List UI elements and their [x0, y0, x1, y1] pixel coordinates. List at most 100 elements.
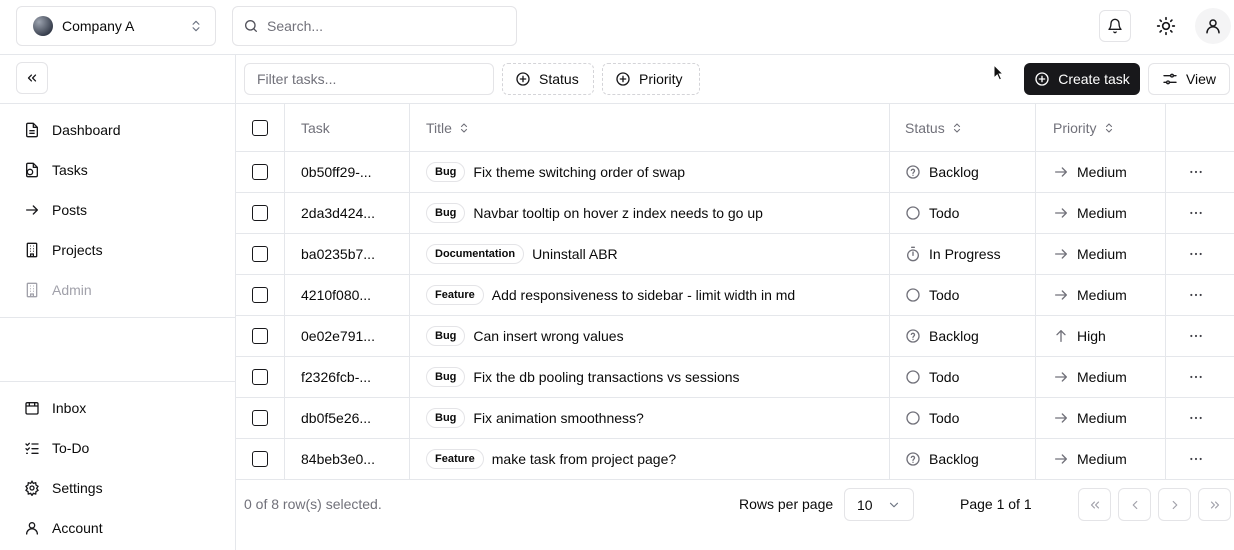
arrow-right-icon	[1053, 451, 1069, 467]
row-actions-button[interactable]	[1188, 234, 1204, 274]
top-bar: Company A	[0, 0, 1234, 55]
sidebar-item-todo[interactable]: To-Do	[24, 436, 89, 460]
task-id: db0f5e26...	[301, 410, 372, 426]
sidebar-item-account[interactable]: Account	[24, 516, 103, 540]
select-all-checkbox[interactable]	[252, 119, 268, 136]
notifications-button[interactable]	[1099, 10, 1131, 42]
chevron-left-icon	[1128, 498, 1142, 512]
user-icon	[24, 520, 40, 536]
table-row[interactable]: 2da3d424... Bug Navbar tooltip on hover z …	[236, 193, 1234, 234]
sidebar-item-admin: Admin	[24, 278, 92, 302]
building-icon	[24, 242, 40, 258]
search-box[interactable]	[232, 6, 517, 46]
sidebar-item-label: Dashboard	[52, 122, 121, 138]
label-badge: Bug	[426, 203, 466, 223]
task-priority: Medium	[1077, 451, 1127, 467]
collapse-sidebar-button[interactable]	[16, 62, 48, 94]
sidebar-item-settings[interactable]: Settings	[24, 476, 103, 500]
header-status-label: Status	[905, 119, 945, 136]
task-priority: Medium	[1077, 164, 1127, 180]
arrow-up-icon	[1053, 328, 1069, 344]
table-row[interactable]: f2326fcb-... Bug Fix the db pooling transa…	[236, 357, 1234, 398]
task-id: 2da3d424...	[301, 205, 375, 221]
table-row[interactable]: 0b50ff29-... Bug Fix theme switching order…	[236, 152, 1234, 193]
header-priority-sort-button[interactable]: Priority	[1053, 104, 1115, 151]
row-actions-button[interactable]	[1188, 398, 1204, 438]
search-input[interactable]	[267, 18, 487, 34]
task-title-cell: Feature Add responsiveness to sidebar - l…	[426, 275, 795, 315]
row-checkbox[interactable]	[252, 164, 268, 180]
header-status-sort-button[interactable]: Status	[905, 104, 963, 151]
sidebar-item-dashboard[interactable]: Dashboard	[24, 118, 121, 142]
company-switcher[interactable]: Company A	[16, 6, 216, 46]
row-checkbox[interactable]	[252, 205, 268, 221]
task-status: Backlog	[929, 328, 979, 344]
previous-page-button[interactable]	[1118, 488, 1151, 521]
filter-tasks-input[interactable]	[244, 63, 494, 95]
row-actions-button[interactable]	[1188, 357, 1204, 397]
table-row[interactable]: db0f5e26... Bug Fix animation smoothness? T…	[236, 398, 1234, 439]
task-title: Fix theme switching order of swap	[473, 164, 686, 180]
row-checkbox-cell	[252, 234, 268, 274]
row-checkbox[interactable]	[252, 369, 268, 385]
inbox-icon	[24, 400, 40, 416]
header-title-sort-button[interactable]: Title	[426, 104, 470, 151]
sidebar-item-posts[interactable]: Posts	[24, 198, 87, 222]
row-checkbox[interactable]	[252, 451, 268, 467]
row-actions-button[interactable]	[1188, 439, 1204, 479]
select-all-checkbox-cell	[252, 104, 268, 151]
create-task-label: Create task	[1058, 71, 1130, 87]
last-page-button[interactable]	[1198, 488, 1231, 521]
row-actions-button[interactable]	[1188, 152, 1204, 192]
arrow-right-icon	[1053, 410, 1069, 426]
status-filter-label: Status	[539, 71, 579, 87]
row-actions-button[interactable]	[1188, 316, 1204, 356]
header-task: Task	[301, 119, 330, 136]
chevrons-left-icon	[25, 71, 39, 85]
table-row[interactable]: 84beb3e0... Feature make task from project…	[236, 439, 1234, 480]
row-actions-button[interactable]	[1188, 193, 1204, 233]
help-circle-icon	[905, 451, 921, 467]
row-checkbox-cell	[252, 357, 268, 397]
table-toolbar: Status Priority Create task View	[236, 55, 1234, 104]
sidebar-item-inbox[interactable]: Inbox	[24, 396, 86, 420]
view-options-button[interactable]: View	[1148, 63, 1230, 95]
task-title-cell: Bug Fix theme switching order of swap	[426, 152, 685, 192]
user-menu-button[interactable]	[1195, 8, 1231, 44]
task-status-cell: Todo	[905, 193, 959, 233]
task-status-cell: Todo	[905, 398, 959, 438]
label-badge: Feature	[426, 285, 484, 305]
sidebar-item-projects[interactable]: Projects	[24, 238, 103, 262]
task-status-cell: In Progress	[905, 234, 1001, 274]
rows-per-page-select[interactable]: 10	[844, 488, 914, 521]
theme-toggle-button[interactable]	[1150, 10, 1182, 42]
page-indicator: Page 1 of 1	[960, 496, 1032, 512]
task-title-cell: Bug Fix animation smoothness?	[426, 398, 644, 438]
create-task-button[interactable]: Create task	[1024, 63, 1140, 95]
label-badge: Bug	[426, 408, 466, 428]
list-check-icon	[24, 440, 40, 456]
circle-icon	[905, 205, 921, 221]
status-filter-button[interactable]: Status	[502, 63, 594, 95]
row-checkbox-cell	[252, 439, 268, 479]
task-title: Add responsiveness to sidebar - limit wi…	[491, 287, 796, 303]
first-page-button[interactable]	[1078, 488, 1111, 521]
priority-filter-button[interactable]: Priority	[602, 63, 700, 95]
row-actions-button[interactable]	[1188, 275, 1204, 315]
row-checkbox[interactable]	[252, 287, 268, 303]
table-row[interactable]: 4210f080... Feature Add responsiveness to …	[236, 275, 1234, 316]
row-checkbox[interactable]	[252, 328, 268, 344]
rows-per-page-label: Rows per page	[739, 496, 834, 512]
row-checkbox[interactable]	[252, 246, 268, 262]
table-row[interactable]: ba0235b7... Documentation Uninstall ABR In …	[236, 234, 1234, 275]
gear-icon	[24, 480, 40, 496]
chevrons-left-icon	[1088, 498, 1102, 512]
next-page-button[interactable]	[1158, 488, 1191, 521]
row-checkbox[interactable]	[252, 410, 268, 426]
sidebar-item-label: Tasks	[52, 162, 88, 178]
sidebar-divider	[0, 103, 236, 104]
sidebar-item-tasks[interactable]: Tasks	[24, 158, 88, 182]
header-priority-label: Priority	[1053, 119, 1097, 136]
task-status: Todo	[929, 205, 960, 221]
table-row[interactable]: 0e02e791... Bug Can insert wrong values Bac…	[236, 316, 1234, 357]
